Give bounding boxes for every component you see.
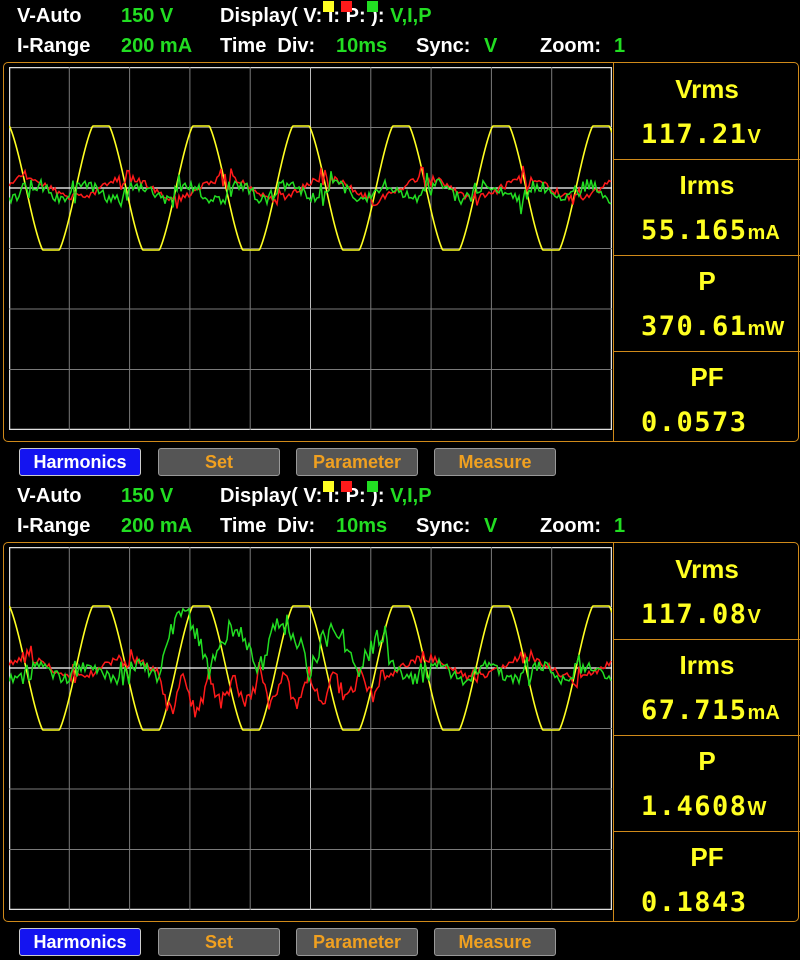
measurement-value: 0.0573 [641, 407, 748, 438]
measurement-label: P [698, 266, 716, 296]
value-unit: W [747, 798, 767, 820]
timediv-value: 10ms [336, 515, 388, 537]
display-label: Display( V: [220, 5, 323, 27]
value-unit: mA [747, 222, 780, 244]
current-color-swatch [341, 1, 353, 12]
set-button[interactable]: Set [158, 928, 280, 956]
measure-button[interactable]: Measure [434, 928, 556, 956]
measurement-value: 117.21V [641, 119, 761, 150]
measurement-label: P [698, 746, 716, 776]
display-channels: V,I,P [390, 485, 432, 507]
irange-label: I-Range [17, 35, 91, 57]
display-channels: V,I,P [390, 5, 432, 27]
scope-panel-1: V-Auto 150 V Display( V: I: P: ): V,I,P … [0, 0, 800, 480]
status-row-1: V-Auto 150 V Display( V: I: P: ): V,I,P [0, 481, 800, 511]
measurement-pf: PF 0.0573 [614, 351, 800, 447]
current-color-swatch [341, 481, 353, 492]
range-value: 150 V [121, 5, 174, 27]
range-value: 150 V [121, 485, 174, 507]
voltage-color-swatch [323, 481, 335, 492]
value-unit: V [747, 606, 761, 628]
measurement-value: 117.08V [641, 599, 761, 630]
measurement-vrms: Vrms 117.08V [614, 543, 800, 640]
range-mode-label: V-Auto [17, 485, 82, 507]
zoom-value: 1 [614, 35, 626, 57]
irange-value: 200 mA [121, 35, 193, 57]
irange-value: 200 mA [121, 515, 193, 537]
measurement-vrms: Vrms 117.21V [614, 63, 800, 160]
parameter-button[interactable]: Parameter [296, 448, 418, 476]
measurement-pf: PF 0.1843 [614, 831, 800, 927]
sync-value: V [484, 35, 498, 57]
waveform-display[interactable] [9, 547, 612, 910]
measurement-column: Vrms 117.08V Irms 67.715mA P 1.4608W PF … [613, 543, 800, 921]
parameter-button[interactable]: Parameter [296, 928, 418, 956]
scope-frame: Vrms 117.21V Irms 55.165mA P 370.61mW PF… [3, 62, 800, 442]
value-unit: mW [747, 318, 785, 340]
measurement-label: Irms [679, 650, 735, 680]
value-number: 55.165 [641, 215, 748, 246]
measurement-irms: Irms 55.165mA [614, 159, 800, 256]
voltage-color-swatch [323, 1, 335, 12]
value-number: 67.715 [641, 695, 748, 726]
value-number: 370.61 [641, 311, 748, 342]
waveform-display[interactable] [9, 67, 612, 430]
measurement-irms: Irms 67.715mA [614, 639, 800, 736]
status-row-1: V-Auto 150 V Display( V: I: P: ): V,I,P [0, 1, 800, 31]
timediv-value: 10ms [336, 35, 388, 57]
value-number: 117.21 [641, 119, 748, 150]
zoom-label: Zoom: [540, 35, 602, 57]
status-row-2: I-Range 200 mA Time Div: 10ms Sync: V Zo… [0, 31, 800, 61]
measurement-value: 67.715mA [641, 695, 780, 726]
measurement-label: Vrms [675, 74, 739, 104]
measure-button[interactable]: Measure [434, 448, 556, 476]
sync-label: Sync: [416, 515, 471, 537]
measurement-value: 55.165mA [641, 215, 780, 246]
measurement-label: Irms [679, 170, 735, 200]
measurement-value: 1.4608W [641, 791, 766, 822]
measurement-label: PF [690, 362, 724, 392]
zoom-value: 1 [614, 515, 626, 537]
range-mode-label: V-Auto [17, 5, 82, 27]
measurement-value: 0.1843 [641, 887, 748, 918]
value-unit: V [747, 126, 761, 148]
value-number: 0.0573 [641, 407, 748, 438]
sync-label: Sync: [416, 35, 471, 57]
value-number: 117.08 [641, 599, 748, 630]
measurement-label: Vrms [675, 554, 739, 584]
measurement-power: P 1.4608W [614, 735, 800, 832]
timediv-label: Time Div: [220, 515, 316, 537]
measurement-label: PF [690, 842, 724, 872]
display-label: Display( V: [220, 485, 323, 507]
set-button[interactable]: Set [158, 448, 280, 476]
harmonics-button[interactable]: Harmonics [19, 448, 141, 476]
timediv-label: Time Div: [220, 35, 316, 57]
measurement-value: 370.61mW [641, 311, 784, 342]
display-legend: Display( V: I: P: ): V,I,P [220, 1, 432, 31]
harmonics-button[interactable]: Harmonics [19, 928, 141, 956]
irange-label: I-Range [17, 515, 91, 537]
power-color-swatch [366, 1, 378, 12]
display-legend: Display( V: I: P: ): V,I,P [220, 481, 432, 511]
measurement-column: Vrms 117.21V Irms 55.165mA P 370.61mW PF… [613, 63, 800, 441]
power-color-swatch [366, 481, 378, 492]
measurement-power: P 370.61mW [614, 255, 800, 352]
value-unit: mA [747, 702, 780, 724]
status-row-2: I-Range 200 mA Time Div: 10ms Sync: V Zo… [0, 511, 800, 541]
zoom-label: Zoom: [540, 515, 602, 537]
scope-panel-2: V-Auto 150 V Display( V: I: P: ): V,I,P … [0, 480, 800, 960]
scope-frame: Vrms 117.08V Irms 67.715mA P 1.4608W PF … [3, 542, 800, 922]
value-number: 1.4608 [641, 791, 748, 822]
value-number: 0.1843 [641, 887, 748, 918]
sync-value: V [484, 515, 498, 537]
